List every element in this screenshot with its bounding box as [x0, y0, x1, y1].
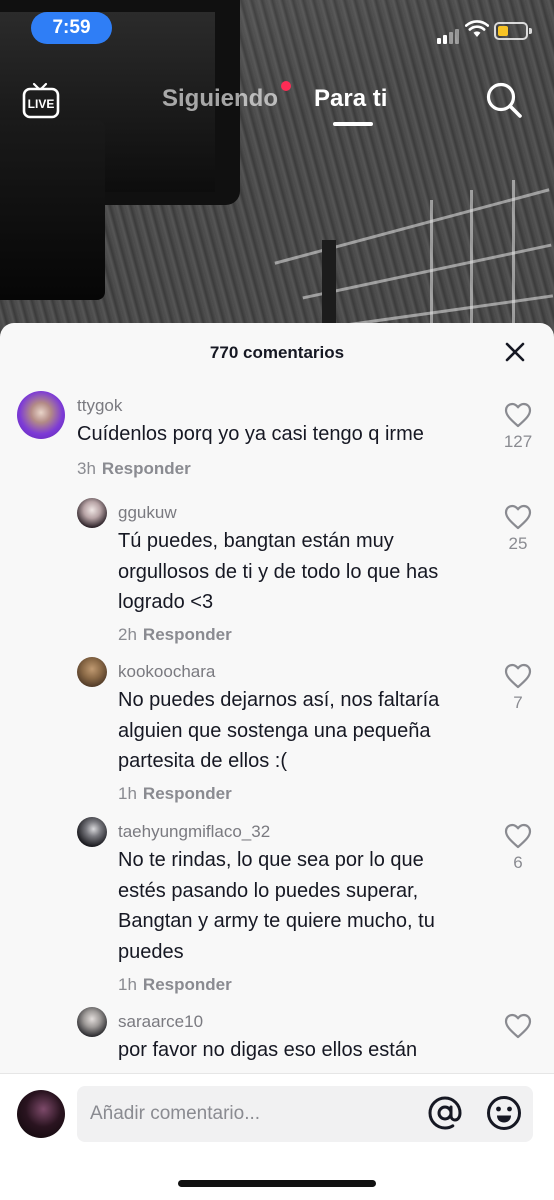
- avatar[interactable]: [77, 657, 107, 687]
- comment-text-line: orgullosos de ti y de todo lo que has: [118, 560, 439, 583]
- video-scene-post: [512, 180, 515, 330]
- avatar[interactable]: [77, 1007, 107, 1037]
- comment-text-line: alguien que sostenga una pequeña: [118, 719, 431, 742]
- comment-text: No te rindas, lo que sea por lo que esté…: [118, 845, 435, 967]
- comment-username[interactable]: saraarce10: [118, 1012, 203, 1032]
- tab-following[interactable]: Siguiendo: [162, 85, 278, 113]
- comment-meta: 1h Responder: [118, 975, 232, 995]
- comment-meta: 2h Responder: [118, 625, 232, 645]
- like-button[interactable]: 127: [498, 402, 538, 452]
- comment-text: Tú puedes, bangtan están muy orgullosos …: [118, 526, 438, 618]
- avatar[interactable]: [77, 817, 107, 847]
- home-indicator: [178, 1180, 376, 1187]
- comment-text-line: logrado <3: [118, 591, 214, 613]
- comment-username[interactable]: kookoochara: [118, 662, 215, 682]
- avatar[interactable]: [77, 498, 107, 528]
- comment-text-line: partesita de ellos :(: [118, 750, 287, 772]
- comment-text-line: por favor no digas eso ellos están: [118, 1039, 418, 1061]
- like-button[interactable]: 25: [498, 504, 538, 554]
- reply-button[interactable]: Responder: [143, 784, 232, 803]
- comment-time: 1h: [118, 784, 137, 803]
- search-icon[interactable]: [484, 80, 524, 120]
- comment-text-line: No puedes dejarnos así, nos faltaría: [118, 689, 440, 711]
- live-button[interactable]: LIVE: [22, 80, 62, 122]
- like-button[interactable]: [498, 1013, 538, 1039]
- like-count: 6: [513, 853, 523, 872]
- like-count: 7: [513, 693, 523, 712]
- comment-text: Cuídenlos porq yo ya casi tengo q irme: [77, 423, 424, 445]
- comment-time: 2h: [118, 625, 137, 644]
- comment-time: 1h: [118, 975, 137, 994]
- heart-icon: [504, 402, 532, 428]
- comment-text-line: No te rindas, lo que sea por lo que: [118, 849, 424, 871]
- reply-comment-item: kookoochara No puedes dejarnos así, nos …: [0, 657, 554, 807]
- emoji-icon[interactable]: [486, 1095, 522, 1131]
- reply-comment-item: ggukuw Tú puedes, bangtan están muy orgu…: [0, 498, 554, 648]
- status-bar: 7:59: [0, 0, 554, 60]
- video-scene-post: [470, 190, 473, 330]
- cellular-signal-icon: [437, 26, 461, 44]
- comment-time: 3h: [77, 459, 96, 478]
- avatar[interactable]: [17, 391, 65, 439]
- video-scene-post: [430, 200, 433, 330]
- comments-sheet[interactable]: 770 comentarios ttygok Cuídenlos porq yo…: [0, 323, 554, 1200]
- reply-comment-item: saraarce10 por favor no digas eso ellos …: [0, 1007, 554, 1077]
- reply-button[interactable]: Responder: [143, 625, 232, 644]
- reply-button[interactable]: Responder: [143, 975, 232, 994]
- comment-text-line: puedes: [118, 940, 184, 963]
- comment-input[interactable]: Añadir comentario...: [77, 1086, 533, 1142]
- status-time: 7:59: [31, 12, 112, 44]
- heart-icon: [504, 663, 532, 689]
- active-tab-indicator: [333, 122, 373, 126]
- comment-text-line: Tú puedes, bangtan están muy: [118, 530, 394, 552]
- tab-for-you[interactable]: Para ti: [314, 85, 387, 113]
- comment-input-placeholder: Añadir comentario...: [90, 1103, 261, 1124]
- like-count: 25: [508, 534, 528, 553]
- like-button[interactable]: 6: [498, 823, 538, 873]
- comment-meta: 1h Responder: [118, 784, 232, 804]
- wifi-icon: [465, 20, 489, 37]
- comments-count-title: 770 comentarios: [209, 343, 345, 362]
- heart-icon: [504, 504, 532, 530]
- comment-meta: 3h Responder: [77, 459, 191, 479]
- battery-icon: [494, 22, 532, 40]
- video-scene-box: [0, 120, 105, 300]
- comment-username[interactable]: taehyungmiflaco_32: [118, 822, 270, 842]
- live-tv-icon: LIVE: [22, 82, 60, 119]
- like-count: 127: [503, 432, 533, 451]
- comment-text-line: Bangtan y army te quiere mucho, tu: [118, 910, 435, 932]
- mention-at-icon[interactable]: [427, 1095, 463, 1131]
- new-content-dot: [281, 81, 291, 91]
- close-icon[interactable]: [503, 340, 527, 364]
- comment-text: No puedes dejarnos así, nos faltaría alg…: [118, 685, 439, 777]
- reply-button[interactable]: Responder: [102, 459, 191, 478]
- current-user-avatar: [17, 1090, 65, 1138]
- heart-icon: [504, 1013, 532, 1039]
- comment-text-line: estés pasando lo puedes superar,: [118, 879, 419, 902]
- comment-username[interactable]: ggukuw: [118, 503, 177, 523]
- live-label: LIVE: [28, 97, 55, 111]
- reply-comment-item: taehyungmiflaco_32 No te rindas, lo que …: [0, 817, 554, 997]
- comment-username[interactable]: ttygok: [77, 396, 122, 416]
- like-button[interactable]: 7: [498, 663, 538, 713]
- comment-text: por favor no digas eso ellos están: [118, 1035, 417, 1066]
- comment-item: ttygok Cuídenlos porq yo ya casi tengo q…: [0, 391, 554, 481]
- heart-icon: [504, 823, 532, 849]
